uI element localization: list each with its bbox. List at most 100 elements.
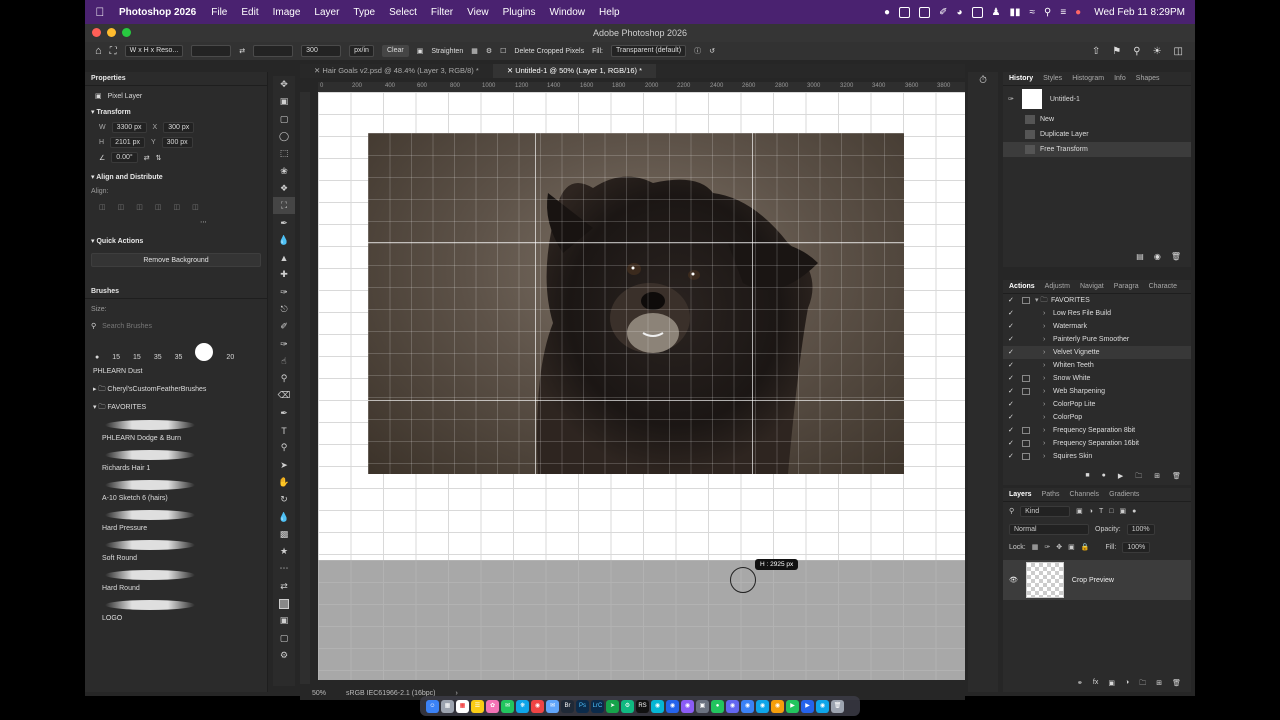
layer-name[interactable]: Crop Preview [1072,577,1114,584]
resolution-unit-select[interactable]: px/in [349,45,374,57]
mixer-brush-icon[interactable]: ✑ [273,335,295,352]
straighten-button[interactable]: Straighten [431,48,463,55]
eraser-icon[interactable]: ⌫ [273,387,295,404]
trash-icon[interactable]: 🗑 [1172,679,1181,690]
raw-app-icon[interactable]: RS [636,699,649,713]
close-window-button[interactable] [92,28,101,37]
lock-all-icon[interactable]: 🔒 [1081,543,1090,551]
home-icon[interactable]: ⌂ [95,45,102,57]
workspace-icon[interactable]: ◫ [1174,46,1183,57]
color-swatches-icon[interactable] [273,595,295,612]
opacity-input[interactable]: 100% [1126,523,1155,535]
maximize-window-button[interactable] [122,28,131,37]
filter-shape-icon[interactable]: □ [1109,508,1113,515]
action-item[interactable]: ✓ › Whiten Teeth [1003,359,1191,372]
finder-icon[interactable]: ☺ [426,699,439,713]
pen-tool-icon[interactable]: ✒ [273,405,295,422]
tab-paths[interactable]: Paths [1042,488,1060,501]
menu-file[interactable]: File [204,7,234,18]
lock-paint-icon[interactable]: ✑ [1044,543,1050,551]
new-layer-icon[interactable]: ⊞ [1156,679,1162,690]
brush-search-input[interactable]: Search Brushes [102,323,152,330]
brush-preset-0[interactable]: ● [95,354,99,361]
action-item[interactable]: ✓ › Watermark [1003,320,1191,333]
swap-colors-icon[interactable]: ⇄ [273,578,295,595]
width-field[interactable] [191,45,232,57]
align-top-icon[interactable]: ◫ [155,203,162,211]
brush-preset-1[interactable]: 15 [112,354,120,361]
new-set-icon[interactable]: 🗀 [1135,472,1142,483]
tab-history[interactable]: History [1009,72,1033,85]
app-icon-5[interactable]: ▣ [696,699,709,713]
play-icon[interactable]: ▶ [1118,472,1123,483]
align-bottom-icon[interactable]: ◫ [192,203,199,211]
siri-icon[interactable]: ● [1075,7,1081,18]
type-tool-icon[interactable]: T [273,422,295,439]
tab-navigator[interactable]: Navigat [1080,280,1104,293]
app-icon-8[interactable]: ◉ [756,699,769,713]
filter-pixel-icon[interactable]: ▣ [1076,507,1083,515]
move-tool-icon[interactable]: ✥ [273,76,295,93]
action-item[interactable]: ✓ › Web Sharpening [1003,385,1191,398]
shape-tool-icon[interactable]: ★ [273,543,295,560]
brush-preset-2[interactable]: 15 [133,354,141,361]
app-icon-2[interactable]: ◉ [651,699,664,713]
history-item[interactable]: New [1003,112,1191,127]
zoom-level[interactable]: 50% [312,690,326,697]
tab-adjustments[interactable]: Adjustm [1045,280,1070,293]
angle-input[interactable]: 0.00° [111,152,138,163]
height-field[interactable] [253,45,294,57]
fill-input[interactable]: 100% [1122,541,1151,553]
messages-icon[interactable]: ✉ [501,699,514,713]
app-icon-3[interactable]: ◉ [666,699,679,713]
stamp-tool-icon[interactable]: ⎋ [273,301,295,318]
gauge-icon[interactable]: ◕ [956,7,962,18]
info-icon[interactable]: ⓘ [694,46,701,56]
brush-item[interactable]: A-10 Sketch 6 (hairs) [85,477,267,507]
action-item[interactable]: ✓ › Frequency Separation 16bit [1003,437,1191,450]
height-input[interactable]: 2101 px [110,137,145,148]
new-action-icon[interactable]: ⊞ [1154,472,1160,483]
menu-select[interactable]: Select [382,7,424,18]
action-item[interactable]: ✓ › Painterly Pure Smoother [1003,333,1191,346]
trash-icon[interactable]: 🗑 [1171,252,1181,261]
delete-cropped-checkbox[interactable]: ☐ [500,47,506,55]
more-tools-icon[interactable]: ⋯ [273,560,295,577]
brush-preset-3[interactable]: 35 [154,354,162,361]
new-group-icon[interactable]: 🗀 [1139,679,1146,690]
history-brush-icon[interactable]: ✐ [273,318,295,335]
align-right-icon[interactable]: ◫ [136,203,143,211]
brush-preset-5[interactable]: 20 [226,354,234,361]
mail-icon[interactable]: ✉ [546,699,559,713]
clear-button[interactable]: Clear [381,45,409,57]
x-input[interactable]: 300 px [163,122,195,133]
spotify-icon[interactable]: ● [711,699,724,713]
width-input[interactable]: 3300 px [111,122,147,133]
quick-mask-icon[interactable]: ▣ [273,612,295,629]
brush-item[interactable]: Soft Round [85,537,267,567]
add-mask-icon[interactable]: ▣ [1108,679,1115,690]
crop-settings-icon[interactable]: ⚙ [486,47,492,55]
clock[interactable]: Wed Feb 11 8:29PM [1090,7,1185,18]
brush-source-icon[interactable]: ✑ [1008,95,1014,103]
lightroom-classic-icon[interactable]: LrC [591,699,604,713]
document-canvas[interactable] [318,92,965,680]
apple-icon[interactable]:  [85,5,115,19]
straighten-icon[interactable]: ▣ [417,47,424,55]
tab-histogram[interactable]: Histogram [1072,72,1104,85]
menu-window[interactable]: Window [542,7,592,18]
window-icon[interactable] [971,6,983,18]
battery-icon[interactable]: ▮▮ [1009,7,1020,18]
photos-icon[interactable]: ✿ [486,699,499,713]
share-icon[interactable]: ⇧ [1092,46,1100,57]
tab-character[interactable]: Characte [1149,280,1177,293]
discover-icon[interactable]: ☀ [1153,46,1162,57]
crop-tool-icon[interactable]: ⛶ [273,197,295,215]
brush-tool-icon[interactable]: ✑ [273,284,295,301]
transform-section[interactable]: ▾ Transform [85,106,267,120]
hand-tool-icon[interactable]: ✋ [273,474,295,491]
user-icon[interactable]: ♟ [992,7,1001,18]
color-profile[interactable]: sRGB IEC61966-2.1 (16bpc) [346,690,436,697]
action-item[interactable]: ✓ › Velvet Vignette [1003,346,1191,359]
y-input[interactable]: 300 px [161,137,193,148]
